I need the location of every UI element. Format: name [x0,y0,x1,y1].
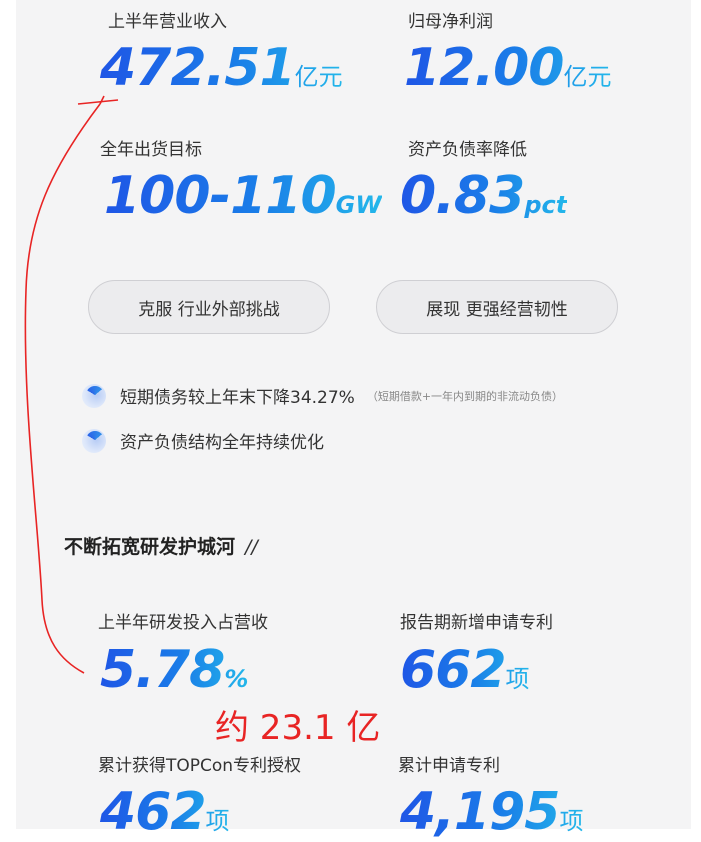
annotation-arrow-tick [99,95,105,105]
annotation-arrow-head [77,99,119,105]
annotation-text: 约 23.1 亿 [215,708,381,748]
annotation-arrow-line [24,103,101,674]
